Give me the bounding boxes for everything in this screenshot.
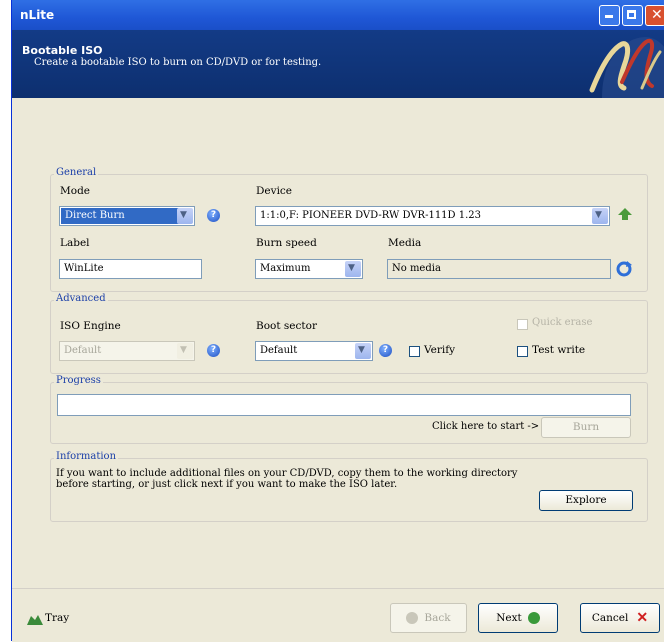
back-button[interactable]: Back (390, 603, 467, 633)
eject-icon[interactable] (616, 206, 634, 224)
media-field: No media (387, 259, 611, 279)
back-icon (406, 612, 419, 624)
page-title: Bootable ISO (22, 44, 103, 57)
maximize-button[interactable] (622, 5, 643, 26)
progress-bar (57, 394, 631, 416)
next-label: Next (496, 612, 522, 624)
back-label: Back (424, 612, 451, 624)
advanced-legend: Advanced (54, 293, 108, 304)
close-icon: ✕ (651, 7, 663, 23)
maximize-icon (627, 10, 636, 19)
device-label: Device (256, 185, 293, 197)
cancel-icon: ✕ (636, 610, 649, 626)
nlite-logo (589, 37, 664, 98)
nlite-window: nLite ✕ Bootable ISO Create a bootable I… (11, 0, 664, 642)
test-write-checkbox[interactable] (517, 346, 528, 357)
iso-engine-label: ISO Engine (60, 320, 121, 332)
burn-label: Burn (572, 421, 600, 433)
label-value: WinLite (64, 263, 104, 274)
cancel-button[interactable]: Cancel ✕ (580, 603, 660, 633)
burn-speed-label: Burn speed (256, 237, 317, 249)
information-line-2: before starting, or just click next if y… (56, 479, 398, 490)
progress-legend: Progress (54, 375, 103, 386)
media-label: Media (388, 237, 422, 249)
title-bar[interactable]: nLite ✕ (12, 0, 664, 30)
test-write-label: Test write (532, 344, 586, 356)
footer-bar: Tray Back Next Cancel ✕ (12, 588, 664, 642)
mode-select[interactable]: Direct Burn (59, 206, 195, 226)
chevron-down-icon (592, 208, 608, 224)
content-area: General Mode Direct Burn ? Device 1:1:0,… (12, 98, 664, 588)
quick-erase-label: Quick erase (532, 317, 593, 328)
boot-sector-select[interactable]: Default (255, 341, 373, 361)
refresh-icon[interactable] (615, 260, 633, 278)
help-icon[interactable]: ? (379, 344, 392, 357)
chevron-down-icon (355, 343, 371, 359)
start-hint: Click here to start -> (432, 421, 540, 432)
device-select[interactable]: 1:1:0,F: PIONEER DVD-RW DVR-111D 1.23 (255, 206, 610, 226)
information-line-1: If you want to include additional files … (56, 468, 518, 479)
burn-button[interactable]: Burn (541, 417, 631, 438)
information-legend: Information (54, 451, 119, 462)
verify-checkbox[interactable] (409, 346, 420, 357)
tray-label[interactable]: Tray (45, 612, 69, 624)
burn-speed-select[interactable]: Maximum (255, 259, 363, 279)
quick-erase-checkbox[interactable] (517, 319, 528, 330)
explore-button[interactable]: Explore (539, 490, 633, 511)
boot-sector-value: Default (260, 345, 298, 356)
general-legend: General (54, 167, 99, 178)
iso-engine-select[interactable]: Default (59, 341, 195, 361)
chevron-down-icon (345, 261, 361, 277)
information-text: If you want to include additional files … (56, 468, 517, 490)
help-icon[interactable]: ? (207, 344, 220, 357)
minimize-icon (605, 15, 613, 18)
media-value: No media (392, 263, 441, 274)
next-icon (527, 612, 540, 624)
boot-sector-label: Boot sector (256, 320, 317, 332)
label-label: Label (60, 237, 90, 249)
help-icon[interactable]: ? (207, 209, 220, 222)
cancel-label: Cancel (591, 612, 629, 624)
mode-value: Direct Burn (61, 208, 181, 224)
verify-label: Verify (424, 344, 456, 356)
next-button[interactable]: Next (478, 603, 558, 633)
close-button[interactable]: ✕ (645, 5, 664, 26)
iso-engine-value: Default (64, 345, 102, 356)
window-title: nLite (20, 8, 55, 22)
advanced-group (50, 300, 648, 374)
minimize-button[interactable] (599, 5, 620, 26)
chevron-down-icon (177, 208, 193, 224)
page-subtitle: Create a bootable ISO to burn on CD/DVD … (34, 57, 322, 68)
chevron-down-icon (177, 343, 193, 359)
mode-label: Mode (60, 185, 91, 197)
device-value: 1:1:0,F: PIONEER DVD-RW DVR-111D 1.23 (260, 210, 482, 221)
explore-label: Explore (565, 494, 607, 506)
tray-icon[interactable] (27, 613, 43, 625)
page-header: Bootable ISO Create a bootable ISO to bu… (12, 30, 664, 98)
burn-speed-value: Maximum (260, 263, 311, 274)
label-input[interactable]: WinLite (59, 259, 202, 279)
